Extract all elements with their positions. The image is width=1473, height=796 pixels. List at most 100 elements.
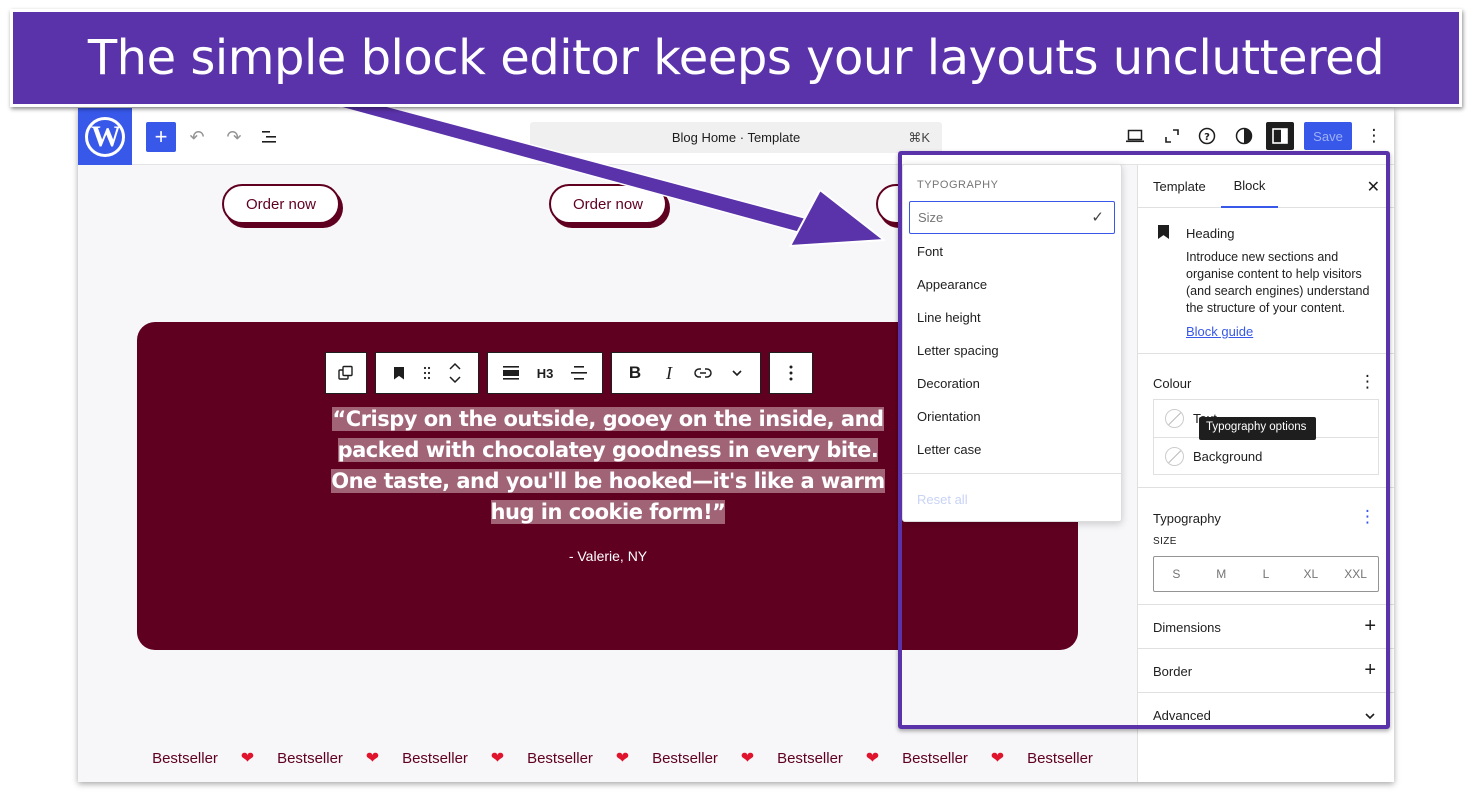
size-option-m[interactable]: M bbox=[1199, 557, 1244, 591]
heart-icon: ❤ bbox=[615, 750, 630, 767]
block-toolbar: H3 B I bbox=[325, 352, 813, 394]
add-block-button[interactable]: + bbox=[146, 122, 176, 152]
typography-options-tooltip: Typography options bbox=[1199, 417, 1316, 440]
redo-icon[interactable]: ↷ bbox=[221, 122, 247, 152]
menu-item-orientation[interactable]: Orientation bbox=[909, 400, 1115, 433]
marquee-word: Bestseller bbox=[527, 749, 593, 767]
panel-title: Border bbox=[1153, 664, 1193, 679]
toolbar-group-options bbox=[769, 352, 813, 394]
toolbar-group-block bbox=[375, 352, 479, 394]
marquee-word: Bestseller bbox=[152, 749, 218, 767]
heart-icon: ❤ bbox=[490, 750, 505, 767]
desktop-preview-icon[interactable] bbox=[1121, 122, 1149, 150]
heading-level-button[interactable]: H3 bbox=[528, 353, 562, 393]
check-icon: ✓ bbox=[1091, 209, 1104, 226]
reset-all-button[interactable]: Reset all bbox=[917, 492, 968, 507]
colour-item-label: Background bbox=[1193, 448, 1263, 464]
toolbar-group-heading: H3 bbox=[487, 352, 603, 394]
site-editor-window: W + ↶ ↷ Blog Home · Template ⌘K ? Save ⋮… bbox=[78, 108, 1394, 782]
wordpress-logo-button[interactable]: W bbox=[78, 108, 132, 165]
block-guide-link[interactable]: Block guide bbox=[1186, 324, 1253, 339]
tab-block[interactable]: Block bbox=[1221, 165, 1278, 208]
sidebar-tabs: Template Block ✕ bbox=[1138, 165, 1394, 208]
menu-item-line-height[interactable]: Line height bbox=[909, 301, 1115, 334]
quote-line: packed with chocolatey goodness in every… bbox=[337, 438, 879, 462]
settings-sidebar-toggle[interactable] bbox=[1266, 122, 1294, 150]
link-icon[interactable] bbox=[686, 353, 720, 393]
heading-block-icon[interactable] bbox=[382, 353, 416, 393]
fullscreen-icon[interactable] bbox=[1158, 122, 1186, 150]
bold-button[interactable]: B bbox=[618, 353, 652, 393]
menu-item-size[interactable]: Size ✓ bbox=[909, 201, 1115, 234]
size-option-s[interactable]: S bbox=[1154, 557, 1199, 591]
typography-options-icon[interactable]: ⋮ bbox=[1359, 507, 1376, 527]
typography-options-menu: TYPOGRAPHY Size ✓ Font Appearance Line h… bbox=[902, 164, 1122, 522]
block-card: Heading Introduce new sections and organ… bbox=[1138, 208, 1394, 354]
menu-item-label: Size bbox=[918, 210, 944, 225]
heart-icon: ❤ bbox=[240, 750, 255, 767]
testimonial-heading[interactable]: “Crispy on the outside, gooey on the ins… bbox=[330, 404, 886, 528]
typography-panel: Typography ⋮ SIZE S M L XL XXL bbox=[1138, 488, 1394, 605]
panel-title: Typography bbox=[1153, 511, 1221, 526]
heading-block-icon bbox=[1158, 225, 1169, 239]
style-contrast-icon[interactable] bbox=[1230, 122, 1258, 150]
size-option-xxl[interactable]: XXL bbox=[1333, 557, 1378, 591]
menu-item-font[interactable]: Font bbox=[909, 235, 1115, 268]
plus-icon[interactable]: + bbox=[1364, 615, 1376, 638]
border-panel[interactable]: Border + bbox=[1138, 649, 1394, 693]
size-option-l[interactable]: L bbox=[1244, 557, 1289, 591]
more-formats-chevron-icon[interactable] bbox=[720, 353, 754, 393]
plus-icon[interactable]: + bbox=[1364, 659, 1376, 682]
annotation-banner: The simple block editor keeps your layou… bbox=[10, 9, 1462, 107]
empty-swatch-icon bbox=[1165, 446, 1184, 466]
marquee-word: Bestseller bbox=[1027, 749, 1093, 767]
block-card-title: Heading bbox=[1186, 226, 1235, 241]
tab-template[interactable]: Template bbox=[1153, 165, 1206, 208]
move-up-down-icon[interactable] bbox=[438, 353, 472, 393]
command-palette-bar[interactable]: Blog Home · Template ⌘K bbox=[530, 122, 942, 153]
drag-handle-icon[interactable] bbox=[416, 353, 438, 393]
dimensions-panel[interactable]: Dimensions + bbox=[1138, 605, 1394, 649]
toolbar-group-format: B I bbox=[611, 352, 761, 394]
colour-background-item[interactable]: Background bbox=[1154, 437, 1378, 474]
toolbar-group-parent bbox=[325, 352, 367, 394]
panel-title: Colour bbox=[1153, 376, 1192, 391]
undo-icon[interactable]: ↶ bbox=[184, 122, 210, 152]
align-icon[interactable] bbox=[494, 353, 528, 393]
marquee-word: Bestseller bbox=[402, 749, 468, 767]
colour-options-icon[interactable]: ⋮ bbox=[1359, 372, 1376, 392]
bestseller-marquee: Bestseller ❤ Bestseller ❤ Bestseller ❤ B… bbox=[137, 748, 1108, 768]
menu-item-letter-case[interactable]: Letter case bbox=[909, 433, 1115, 466]
heart-icon: ❤ bbox=[865, 750, 880, 767]
select-parent-icon[interactable] bbox=[329, 353, 363, 393]
order-now-button[interactable]: Order now bbox=[222, 184, 340, 224]
empty-swatch-icon bbox=[1165, 409, 1184, 428]
menu-divider bbox=[903, 473, 1121, 474]
size-label: SIZE bbox=[1153, 536, 1177, 547]
menu-item-letter-spacing[interactable]: Letter spacing bbox=[909, 334, 1115, 367]
quote-line: One taste, and you'll be hooked—it's lik… bbox=[331, 469, 885, 493]
close-icon[interactable]: ✕ bbox=[1367, 177, 1380, 197]
testimonial-attribution: - Valerie, NY bbox=[568, 548, 648, 564]
order-now-button[interactable]: Order now bbox=[549, 184, 667, 224]
list-view-icon[interactable] bbox=[257, 122, 283, 152]
marquee-word: Bestseller bbox=[777, 749, 843, 767]
advanced-panel[interactable]: Advanced bbox=[1138, 693, 1394, 737]
size-option-xl[interactable]: XL bbox=[1288, 557, 1333, 591]
text-align-icon[interactable] bbox=[562, 353, 596, 393]
options-menu-icon[interactable]: ⋮ bbox=[1360, 122, 1388, 150]
heart-icon: ❤ bbox=[990, 750, 1005, 767]
chevron-down-icon[interactable] bbox=[1364, 705, 1376, 725]
wordpress-icon: W bbox=[85, 116, 125, 157]
menu-item-decoration[interactable]: Decoration bbox=[909, 367, 1115, 400]
menu-heading: TYPOGRAPHY bbox=[917, 179, 999, 191]
help-icon[interactable]: ? bbox=[1193, 122, 1221, 150]
block-options-icon[interactable] bbox=[774, 353, 808, 393]
italic-button[interactable]: I bbox=[652, 353, 686, 393]
menu-item-appearance[interactable]: Appearance bbox=[909, 268, 1115, 301]
panel-title: Dimensions bbox=[1153, 620, 1221, 635]
document-title: Blog Home · Template bbox=[671, 130, 801, 145]
settings-sidebar: Template Block ✕ Heading Introduce new s… bbox=[1137, 165, 1394, 782]
block-card-description: Introduce new sections and organise cont… bbox=[1186, 250, 1370, 315]
save-button[interactable]: Save bbox=[1304, 122, 1352, 150]
